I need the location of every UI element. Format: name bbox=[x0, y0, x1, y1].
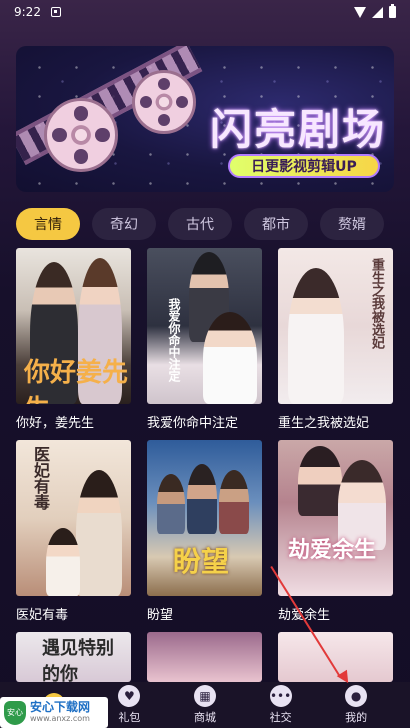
category-tabs: 言情 奇幻 古代 都市 赘婿 bbox=[16, 208, 410, 240]
status-bar: 9:22 bbox=[0, 0, 410, 24]
chat-icon: ••• bbox=[269, 685, 292, 707]
tab-ancient[interactable]: 古代 bbox=[168, 208, 232, 240]
status-time: 9:22 bbox=[14, 5, 41, 19]
drama-title: 医妃有毒 bbox=[16, 608, 69, 623]
drama-card[interactable]: 我爱你命中注定 我爱你命中注定 bbox=[147, 248, 262, 431]
drama-card[interactable]: 盼望 盼望 bbox=[147, 440, 262, 623]
tab-urban[interactable]: 都市 bbox=[244, 208, 308, 240]
drama-poster[interactable]: 劫爱余生 bbox=[278, 440, 393, 596]
drama-title: 我爱你命中注定 bbox=[147, 416, 239, 431]
nav-profile[interactable]: ● 我的 bbox=[321, 685, 391, 725]
promo-banner[interactable]: 闪亮剧场 日更影视剪辑UP bbox=[16, 46, 394, 192]
drama-card[interactable] bbox=[278, 632, 393, 682]
watermark-text: 安心下载网 www.anxz.com bbox=[30, 701, 90, 724]
drama-card[interactable]: 遇见特别的你 bbox=[16, 632, 131, 682]
poster-title-text: 盼望 bbox=[173, 545, 230, 578]
poster-title-text: 遇见特别的你 bbox=[42, 638, 114, 682]
gift-icon: ♥ bbox=[118, 685, 141, 707]
drama-card[interactable] bbox=[147, 632, 262, 682]
drama-title: 你好，姜先生 bbox=[16, 416, 95, 431]
site-watermark: 安心 安心下载网 www.anxz.com bbox=[0, 697, 108, 728]
drama-grid: 你好姜先生 你好，姜先生 我爱你命中注定 我爱你命中注定 重生之我被选妃 重生之… bbox=[16, 248, 394, 682]
nav-label: 礼包 bbox=[118, 711, 141, 724]
battery-icon bbox=[389, 4, 396, 18]
shield-icon: 安心 bbox=[4, 700, 26, 725]
film-reel-icon bbox=[132, 70, 196, 134]
watermark-url: www.anxz.com bbox=[30, 714, 90, 723]
drama-title: 盼望 bbox=[147, 608, 174, 623]
banner-title: 闪亮剧场 bbox=[210, 105, 387, 154]
poster-title-text: 重生之我被选妃 bbox=[369, 258, 384, 349]
nav-label: 商城 bbox=[193, 711, 216, 724]
shop-icon: ▦ bbox=[193, 685, 216, 707]
app-screen: 9:22 闪亮剧场 日更影视剪辑UP 言情 奇幻 古代 都市 赘婿 你好姜先 你… bbox=[0, 0, 410, 728]
wifi-icon bbox=[354, 6, 366, 18]
drama-poster[interactable]: 你好姜先生 bbox=[16, 248, 131, 404]
drama-card[interactable]: 你好姜先生 你好，姜先生 bbox=[16, 248, 131, 431]
nav-social[interactable]: ••• 社交 bbox=[246, 685, 316, 725]
drama-poster[interactable] bbox=[278, 632, 393, 682]
tab-romance[interactable]: 言情 bbox=[16, 208, 80, 240]
drama-card[interactable]: 重生之我被选妃 重生之我被选妃 bbox=[278, 248, 393, 431]
poster-title-text: 劫爱余生 bbox=[288, 537, 377, 563]
status-icons bbox=[354, 4, 396, 18]
user-icon: ● bbox=[345, 685, 368, 707]
poster-title-text: 我爱你命中注定 bbox=[167, 298, 181, 382]
notification-icon bbox=[50, 7, 61, 17]
watermark-title: 安心下载网 bbox=[30, 700, 91, 714]
tab-son-in-law[interactable]: 赘婿 bbox=[320, 208, 384, 240]
nav-label: 我的 bbox=[345, 711, 368, 724]
drama-poster[interactable]: 我爱你命中注定 bbox=[147, 248, 262, 404]
signal-icon bbox=[372, 6, 383, 18]
poster-title-text: 医妃有毒 bbox=[31, 446, 50, 510]
drama-poster[interactable]: 盼望 bbox=[147, 440, 262, 596]
poster-title-text: 你好姜先生 bbox=[24, 358, 129, 404]
film-reel-icon bbox=[44, 98, 118, 172]
drama-poster[interactable]: 遇见特别的你 bbox=[16, 632, 131, 682]
banner-subtitle: 日更影视剪辑UP bbox=[228, 154, 380, 178]
nav-label: 社交 bbox=[269, 711, 292, 724]
drama-card[interactable]: 医妃有毒 医妃有毒 bbox=[16, 440, 131, 623]
nav-shop[interactable]: ▦ 商城 bbox=[170, 685, 240, 725]
tab-fantasy[interactable]: 奇幻 bbox=[92, 208, 156, 240]
drama-card[interactable]: 劫爱余生 劫爱余生 bbox=[278, 440, 393, 623]
drama-poster[interactable] bbox=[147, 632, 262, 682]
drama-title: 重生之我被选妃 bbox=[278, 416, 370, 431]
drama-poster[interactable]: 医妃有毒 bbox=[16, 440, 131, 596]
drama-poster[interactable]: 重生之我被选妃 bbox=[278, 248, 393, 404]
